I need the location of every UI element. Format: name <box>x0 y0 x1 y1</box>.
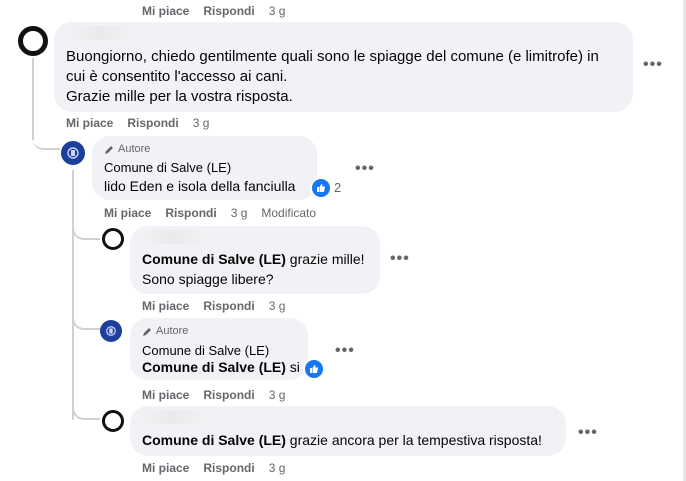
reply-text: lido Eden e isola della fanciulla <box>104 178 296 194</box>
reply-actions: Mi piace Rispondi 3 g <box>142 388 299 402</box>
reply-link[interactable]: Rispondi <box>203 388 254 402</box>
more-dots-icon[interactable]: ••• <box>390 250 410 268</box>
more-dots-icon[interactable]: ••• <box>335 342 355 360</box>
blurred-author-name <box>66 26 136 40</box>
reply-text-line2: Sono spiagge libere? <box>142 271 274 287</box>
mention-link[interactable]: Comune di Salve (LE) <box>142 432 286 448</box>
reply-actions: Mi piace Rispondi 3 g <box>142 461 299 475</box>
author-badge: Autore <box>104 143 150 155</box>
comment-text-line3: Grazie mille per la vostra risposta. <box>66 88 293 105</box>
page-avatar[interactable] <box>61 141 85 165</box>
like-link[interactable]: Mi piace <box>104 206 151 220</box>
avatar[interactable] <box>102 410 124 432</box>
comment-text-line2: cui è consentito l'accesso ai cani. <box>66 68 288 85</box>
reply-time: 3 g <box>230 206 248 220</box>
reply-time: 3 g <box>268 388 286 402</box>
author-name[interactable]: Comune di Salve (LE) <box>142 343 269 358</box>
avatar[interactable] <box>102 228 124 250</box>
more-dots-icon[interactable]: ••• <box>578 424 598 442</box>
reply-link[interactable]: Rispondi <box>203 461 254 475</box>
reply-time: 3 g <box>268 299 286 313</box>
reply-link[interactable]: Rispondi <box>203 299 254 313</box>
thread-connector-reply2 <box>72 220 100 240</box>
edited-label: Modificato <box>261 206 317 220</box>
like-link[interactable]: Mi piace <box>142 4 189 18</box>
thread-connector-reply1 <box>32 128 60 150</box>
blurred-author-name <box>138 410 210 424</box>
reply-actions: Mi piace Rispondi 3 g Modificato <box>104 206 330 220</box>
reply-link[interactable]: Rispondi <box>127 116 178 130</box>
like-link[interactable]: Mi piace <box>142 461 189 475</box>
like-reaction-icon[interactable] <box>303 358 325 380</box>
comment-actions: Mi piace Rispondi 3 g <box>66 116 223 130</box>
reply-time: 3 g <box>268 461 286 475</box>
page-avatar[interactable] <box>100 320 122 342</box>
thread-connector-reply3 <box>72 310 100 330</box>
blurred-author-name <box>138 230 208 244</box>
comment-text-line1: Buongiorno, chiedo gentilmente quali son… <box>66 48 599 65</box>
coat-of-arms-icon <box>106 326 116 336</box>
comment-time: 3 g <box>192 116 210 130</box>
comment-time: 3 g <box>268 4 286 18</box>
more-dots-icon[interactable]: ••• <box>643 56 663 74</box>
thread-line-reply1 <box>72 170 74 420</box>
thread-connector-reply4 <box>72 400 100 420</box>
like-link[interactable]: Mi piace <box>142 388 189 402</box>
author-name[interactable]: Comune di Salve (LE) <box>104 160 231 175</box>
reply-text-line1: Comune di Salve (LE) grazie mille! <box>142 251 365 267</box>
previous-comment-actions: Mi piace Rispondi 3 g <box>142 4 299 18</box>
mention-link[interactable]: Comune di Salve (LE) <box>142 359 286 375</box>
reply-text: Comune di Salve (LE) grazie ancora per l… <box>142 432 542 448</box>
reply-link[interactable]: Rispondi <box>203 4 254 18</box>
author-badge: Autore <box>142 325 188 337</box>
pencil-icon <box>105 145 113 154</box>
reaction-count[interactable]: 2 <box>334 180 341 195</box>
reply-link[interactable]: Rispondi <box>165 206 216 220</box>
coat-of-arms-icon <box>67 147 79 159</box>
reply-actions: Mi piace Rispondi 3 g <box>142 299 299 313</box>
reply-text: Comune di Salve (LE) si <box>142 359 300 375</box>
like-link[interactable]: Mi piace <box>142 299 189 313</box>
like-reaction-icon[interactable] <box>310 177 332 199</box>
like-link[interactable]: Mi piace <box>66 116 113 130</box>
mention-link[interactable]: Comune di Salve (LE) <box>142 251 286 267</box>
more-dots-icon[interactable]: ••• <box>355 160 375 178</box>
pencil-icon <box>143 327 151 336</box>
avatar[interactable] <box>18 26 48 56</box>
